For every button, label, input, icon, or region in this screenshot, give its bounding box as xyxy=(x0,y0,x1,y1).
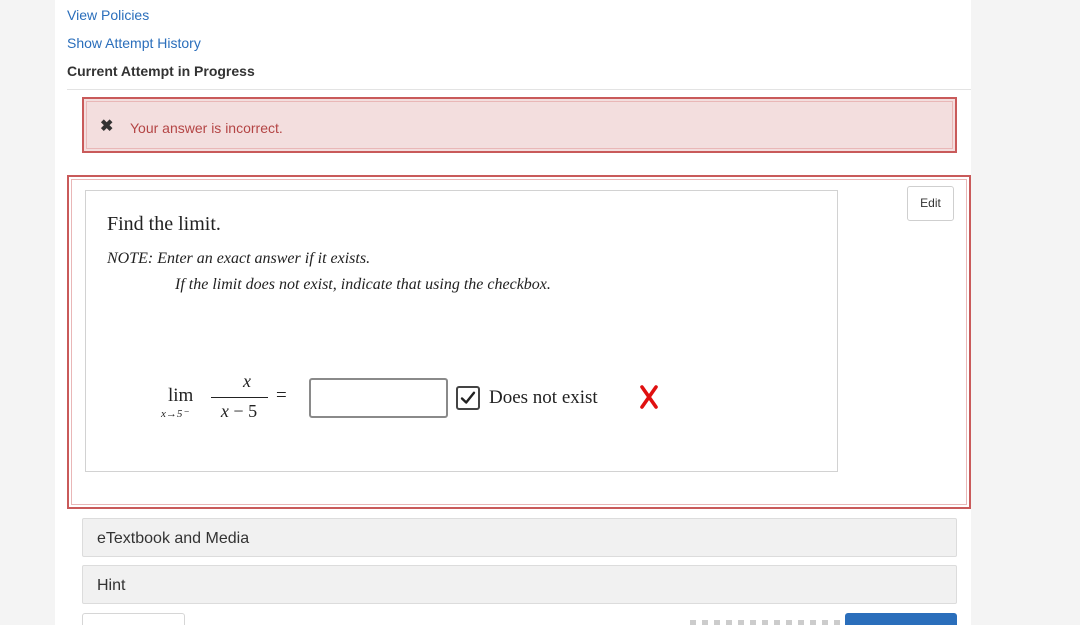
attempts-text xyxy=(690,620,840,625)
close-x-icon: ✖ xyxy=(100,118,114,135)
equals-sign: = xyxy=(276,385,287,406)
does-not-exist-checkbox[interactable] xyxy=(456,386,480,410)
question-card: Find the limit. NOTE: Enter an exact ans… xyxy=(85,190,838,472)
denominator-variable: x xyxy=(220,401,229,421)
show-attempt-history-link[interactable]: Show Attempt History xyxy=(67,35,201,51)
etextbook-media-label: eTextbook and Media xyxy=(97,530,250,547)
question-note-line-2: If the limit does not exist, indicate th… xyxy=(175,276,551,293)
divider xyxy=(67,89,971,90)
limit-operator: lim xyxy=(168,385,194,406)
hint-label: Hint xyxy=(97,577,126,594)
alert-message: Your answer is incorrect. xyxy=(130,120,283,136)
answer-input[interactable] xyxy=(309,378,448,418)
fraction-denominator: x − 5 xyxy=(206,401,272,422)
etextbook-media-section[interactable]: eTextbook and Media xyxy=(82,518,957,557)
question-title: Find the limit. xyxy=(107,213,221,235)
checkmark-icon xyxy=(460,391,476,404)
hint-section[interactable]: Hint xyxy=(82,565,957,604)
current-attempt-heading: Current Attempt in Progress xyxy=(67,63,255,79)
submit-answer-button[interactable] xyxy=(845,613,957,625)
fraction-numerator: x xyxy=(243,371,251,391)
fraction-bar xyxy=(211,397,268,398)
secondary-button[interactable] xyxy=(82,613,185,625)
view-policies-link[interactable]: View Policies xyxy=(67,7,149,23)
edit-button[interactable]: Edit xyxy=(907,186,954,221)
denominator-rest: − 5 xyxy=(228,401,258,421)
question-note-line-1: NOTE: Enter an exact answer if it exists… xyxy=(107,250,371,267)
incorrect-answer-alert: ✖ Your answer is incorrect. xyxy=(82,97,957,153)
incorrect-x-icon xyxy=(639,384,659,414)
limit-subscript: x→5⁻ xyxy=(161,408,189,420)
does-not-exist-label: Does not exist xyxy=(489,387,598,408)
